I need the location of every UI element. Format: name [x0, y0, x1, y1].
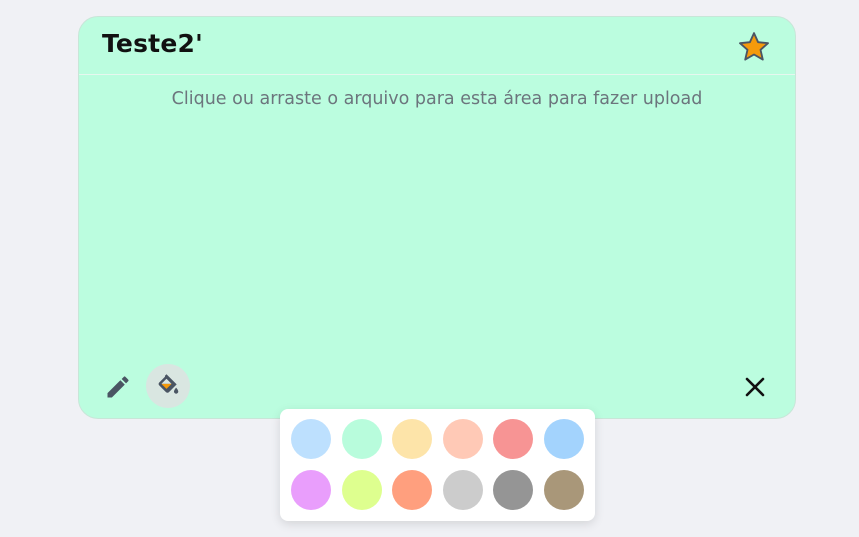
color-swatch[interactable]	[443, 419, 483, 459]
paint-bucket-icon	[158, 374, 179, 394]
color-swatch[interactable]	[291, 419, 331, 459]
color-swatch[interactable]	[493, 470, 533, 510]
card-title[interactable]: Teste2'	[102, 29, 203, 58]
star-icon[interactable]	[737, 30, 771, 64]
edit-button[interactable]	[102, 371, 134, 403]
color-swatch[interactable]	[443, 470, 483, 510]
color-swatch[interactable]	[342, 419, 382, 459]
color-swatch[interactable]	[544, 470, 584, 510]
color-fill-button[interactable]	[146, 364, 190, 408]
card-header: Teste2'	[79, 17, 795, 75]
color-swatch[interactable]	[392, 470, 432, 510]
color-swatch[interactable]	[291, 470, 331, 510]
color-swatch[interactable]	[544, 419, 584, 459]
upload-drop-zone-hint[interactable]: Clique ou arraste o arquivo para esta ár…	[79, 89, 795, 109]
note-card: Teste2' Clique ou arraste o arquivo para…	[78, 16, 796, 419]
color-swatch[interactable]	[493, 419, 533, 459]
color-palette-popover	[280, 409, 595, 521]
color-swatch[interactable]	[392, 419, 432, 459]
close-icon	[745, 377, 765, 397]
pencil-icon	[107, 376, 129, 398]
color-swatch[interactable]	[342, 470, 382, 510]
close-button[interactable]	[741, 373, 769, 401]
